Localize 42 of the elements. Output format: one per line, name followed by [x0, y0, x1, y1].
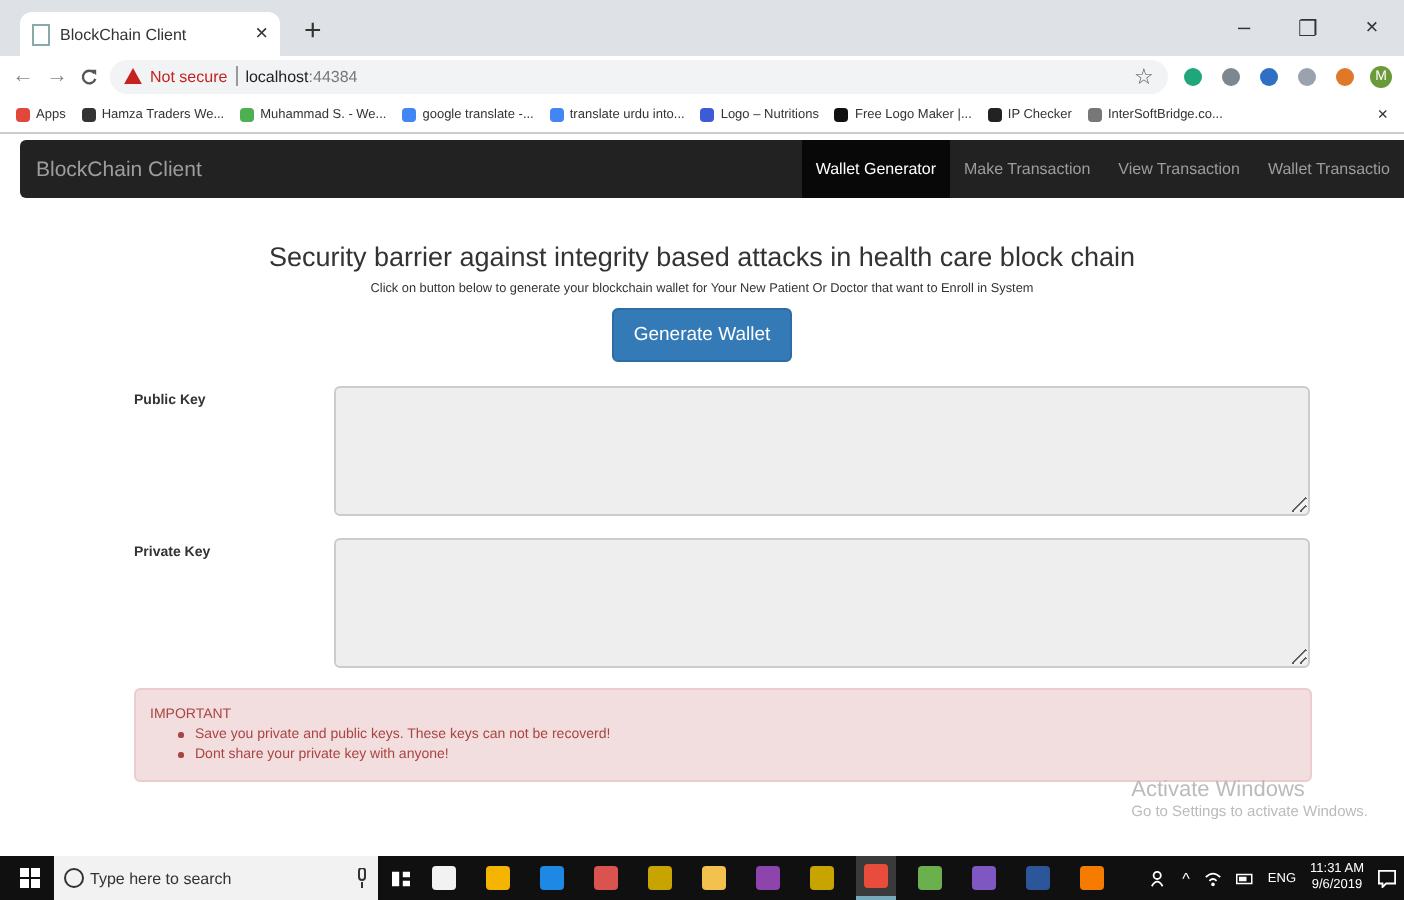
extension-icon[interactable] — [1298, 67, 1316, 85]
nav-link[interactable]: View Transaction — [1104, 140, 1254, 198]
warning-icon — [124, 68, 142, 84]
page-title: Security barrier against integrity based attacks in health care block chain — [269, 242, 1135, 272]
extension-icon[interactable] — [1184, 67, 1202, 85]
task-view-icon[interactable] — [392, 869, 410, 887]
taskbar-search-field[interactable]: Type here to search — [54, 856, 378, 900]
windows-start-icon[interactable] — [20, 868, 40, 888]
search-icon — [64, 868, 84, 888]
browser-tab[interactable]: BlockChain Client × — [20, 12, 280, 56]
brand-link[interactable]: BlockChain Client — [20, 157, 202, 181]
microphone-icon[interactable] — [356, 868, 368, 888]
tray-caret-button[interactable]: ^ — [1182, 869, 1190, 887]
security-label: Not secure — [150, 67, 228, 85]
bookmark-star-button[interactable]: ☆ — [1134, 63, 1154, 89]
bullet-icon — [178, 732, 183, 738]
generate-wallet-button[interactable]: Generate Wallet — [611, 308, 793, 362]
extension-icon[interactable] — [1336, 67, 1354, 85]
nav-link[interactable]: Wallet Transactio — [1253, 140, 1404, 198]
activation-title: Activate Windows — [1131, 778, 1307, 802]
bullet-icon — [178, 752, 183, 758]
close-tab-button[interactable]: × — [255, 22, 268, 46]
tab-title: BlockChain Client — [60, 25, 189, 43]
close-button[interactable]: × — [1377, 104, 1388, 124]
new-tab-button[interactable]: + — [304, 14, 322, 48]
extension-icon[interactable] — [1260, 67, 1278, 85]
url-text: localhost:44384 — [245, 67, 358, 85]
extension-icon[interactable] — [1222, 67, 1240, 85]
address-bar[interactable]: Not secure localhost:44384 ☆ — [110, 59, 1168, 93]
page-icon — [32, 23, 50, 45]
wifi-icon[interactable] — [1203, 869, 1222, 887]
nav-link[interactable]: Wallet Generator — [801, 140, 951, 198]
window-control-button[interactable]: × — [1340, 16, 1404, 40]
people-icon[interactable] — [1150, 869, 1169, 887]
forward-button[interactable]: → — [46, 64, 68, 88]
battery-icon[interactable] — [1235, 869, 1254, 887]
notifications-icon[interactable] — [1378, 869, 1396, 887]
nav-link[interactable]: Make Transaction — [950, 140, 1105, 198]
window-control-button[interactable]: ❐ — [1276, 15, 1340, 41]
reload-icon[interactable] — [80, 67, 98, 85]
window-control-button[interactable]: – — [1212, 16, 1276, 40]
back-button[interactable]: ← — [12, 64, 34, 88]
